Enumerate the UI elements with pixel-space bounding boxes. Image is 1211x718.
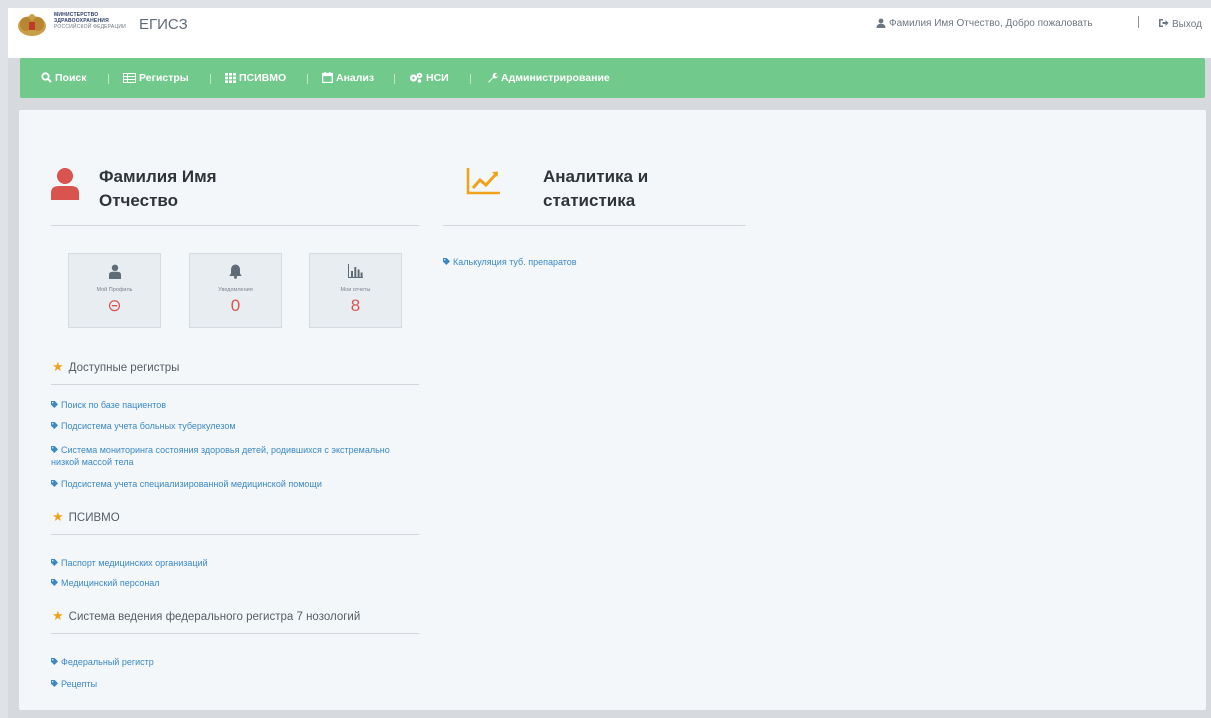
card-value: 8 — [350, 296, 361, 315]
link-label: Медицинский персонал — [61, 578, 160, 588]
link-label: Поиск по базе пациентов — [61, 400, 167, 410]
header-divider — [1138, 16, 1139, 28]
link-patient-search[interactable]: Поиск по базе пациентов — [51, 399, 411, 411]
user-avatar-icon — [51, 168, 79, 200]
section-title: Доступные регистры — [68, 362, 180, 374]
link-label: Система мониторинга состояния здоровья д… — [51, 445, 390, 467]
ministry-logo-text: МИНИСТЕРСТВО ЗДРАВООХРАНЕНИЯ РОССИЙСКОЙ … — [54, 12, 134, 30]
analytics-title-line-1: Аналитика и — [543, 167, 649, 186]
tag-icon — [51, 680, 58, 687]
profile-divider — [51, 225, 419, 226]
main-navbar — [20, 58, 1205, 98]
link-med-org-passport[interactable]: Паспорт медицинских организаций — [51, 557, 411, 569]
calendar-icon — [322, 72, 333, 83]
star-icon: ★ — [52, 509, 64, 524]
analytics-divider — [443, 225, 746, 226]
top-bar — [8, 8, 1211, 58]
grid-icon — [225, 73, 236, 83]
nav-item-registers-label: Регистры — [139, 72, 189, 84]
link-tb-subsystem[interactable]: Подсистема учета больных туберкулезом — [51, 420, 411, 432]
user-icon — [108, 264, 121, 279]
link-label: Федеральный регистр — [61, 657, 154, 667]
user-greeting-text: Фамилия Имя Отчество, Добро пожаловать — [889, 18, 1093, 29]
nav-item-analysis-label: Анализ — [336, 72, 375, 84]
link-prescriptions[interactable]: Рецепты — [51, 678, 411, 690]
nav-divider — [108, 74, 109, 84]
tag-icon — [51, 579, 58, 586]
nav-item-administration[interactable]: Администрирование — [487, 72, 610, 84]
user-greeting[interactable]: Фамилия Имя Отчество, Добро пожаловать — [876, 18, 1093, 29]
nav-item-administration-label: Администрирование — [501, 72, 610, 84]
app-title: ЕГИСЗ — [139, 16, 188, 33]
profile-name-line-1: Фамилия Имя — [99, 167, 217, 186]
nav-divider — [307, 74, 308, 84]
link-label: Паспорт медицинских организаций — [61, 558, 208, 568]
wrench-icon — [488, 72, 498, 83]
card-label: Мои отчеты — [340, 287, 371, 293]
link-label: Рецепты — [61, 679, 98, 689]
section-federal-register: ★ Система ведения федерального регистра 7… — [52, 608, 360, 624]
nav-divider — [394, 74, 395, 84]
link-label: Подсистема учета больных туберкулезом — [61, 421, 236, 431]
section-available-registers: ★ Доступные регистры — [52, 359, 179, 375]
card-my-reports[interactable]: Мои отчеты 8 — [309, 253, 402, 328]
cogs-icon — [409, 72, 423, 83]
tag-icon — [51, 422, 58, 429]
ministry-line-3: РОССИЙСКОЙ ФЕДЕРАЦИИ — [54, 24, 126, 30]
tag-icon — [51, 446, 58, 453]
bar-chart-icon — [348, 264, 363, 278]
nav-item-psivmo-label: ПСИВМО — [239, 72, 287, 84]
tag-icon — [51, 658, 58, 665]
logout-link[interactable]: Выход — [1158, 18, 1202, 30]
nav-item-analysis[interactable]: Анализ — [322, 72, 374, 84]
card-value: ⊝ — [107, 296, 122, 315]
card-notifications[interactable]: Уведомления 0 — [189, 253, 282, 328]
list-icon — [123, 73, 136, 83]
section-divider — [51, 534, 419, 535]
analytics-title-line-2: статистика — [543, 191, 636, 210]
link-label: Калькуляция туб. препаратов — [453, 257, 577, 267]
nav-item-registers[interactable]: Регистры — [123, 72, 189, 84]
bell-icon — [229, 264, 242, 279]
analytics-title: Аналитика и статистика — [543, 165, 723, 213]
logout-label: Выход — [1172, 19, 1202, 30]
star-icon: ★ — [52, 359, 64, 374]
profile-name: Фамилия Имя Отчество — [99, 165, 279, 213]
area-chart-icon — [466, 168, 500, 195]
star-icon: ★ — [52, 608, 64, 623]
nav-item-psivmo[interactable]: ПСИВМО — [225, 72, 286, 84]
section-title: ПСИВМО — [68, 512, 120, 524]
nav-item-nsi-label: НСИ — [426, 72, 449, 84]
sign-out-icon — [1159, 19, 1169, 27]
emblem-icon — [18, 14, 46, 36]
tag-icon — [51, 480, 58, 487]
section-psivmo: ★ ПСИВМО — [52, 509, 120, 525]
nav-divider — [470, 74, 471, 84]
nav-item-search-label: Поиск — [55, 72, 87, 84]
tag-icon — [51, 559, 58, 566]
card-label: Мой Профиль — [96, 287, 133, 293]
section-divider — [51, 633, 419, 634]
link-label: Подсистема учета специализированной меди… — [61, 479, 322, 489]
link-specialized-care[interactable]: Подсистема учета специализированной меди… — [51, 478, 411, 490]
card-value: 0 — [230, 296, 241, 315]
section-title: Система ведения федерального регистра 7 … — [68, 611, 361, 623]
link-federal-register[interactable]: Федеральный регистр — [51, 656, 411, 668]
link-tb-drug-calc[interactable]: Калькуляция туб. препаратов — [443, 256, 803, 268]
nav-item-search[interactable]: Поиск — [41, 72, 87, 84]
section-divider — [51, 384, 419, 385]
profile-name-line-2: Отчество — [99, 191, 179, 210]
tag-icon — [443, 258, 450, 265]
link-medical-staff[interactable]: Медицинский персонал — [51, 577, 411, 589]
nav-item-nsi[interactable]: НСИ — [409, 72, 449, 84]
search-icon — [41, 72, 52, 83]
link-children-monitoring[interactable]: Система мониторинга состояния здоровья д… — [51, 444, 401, 468]
user-icon — [876, 18, 886, 28]
card-my-profile[interactable]: Мой Профиль ⊝ — [68, 253, 161, 328]
nav-divider — [210, 74, 211, 84]
card-label: Уведомления — [218, 287, 253, 293]
tag-icon — [51, 401, 58, 408]
